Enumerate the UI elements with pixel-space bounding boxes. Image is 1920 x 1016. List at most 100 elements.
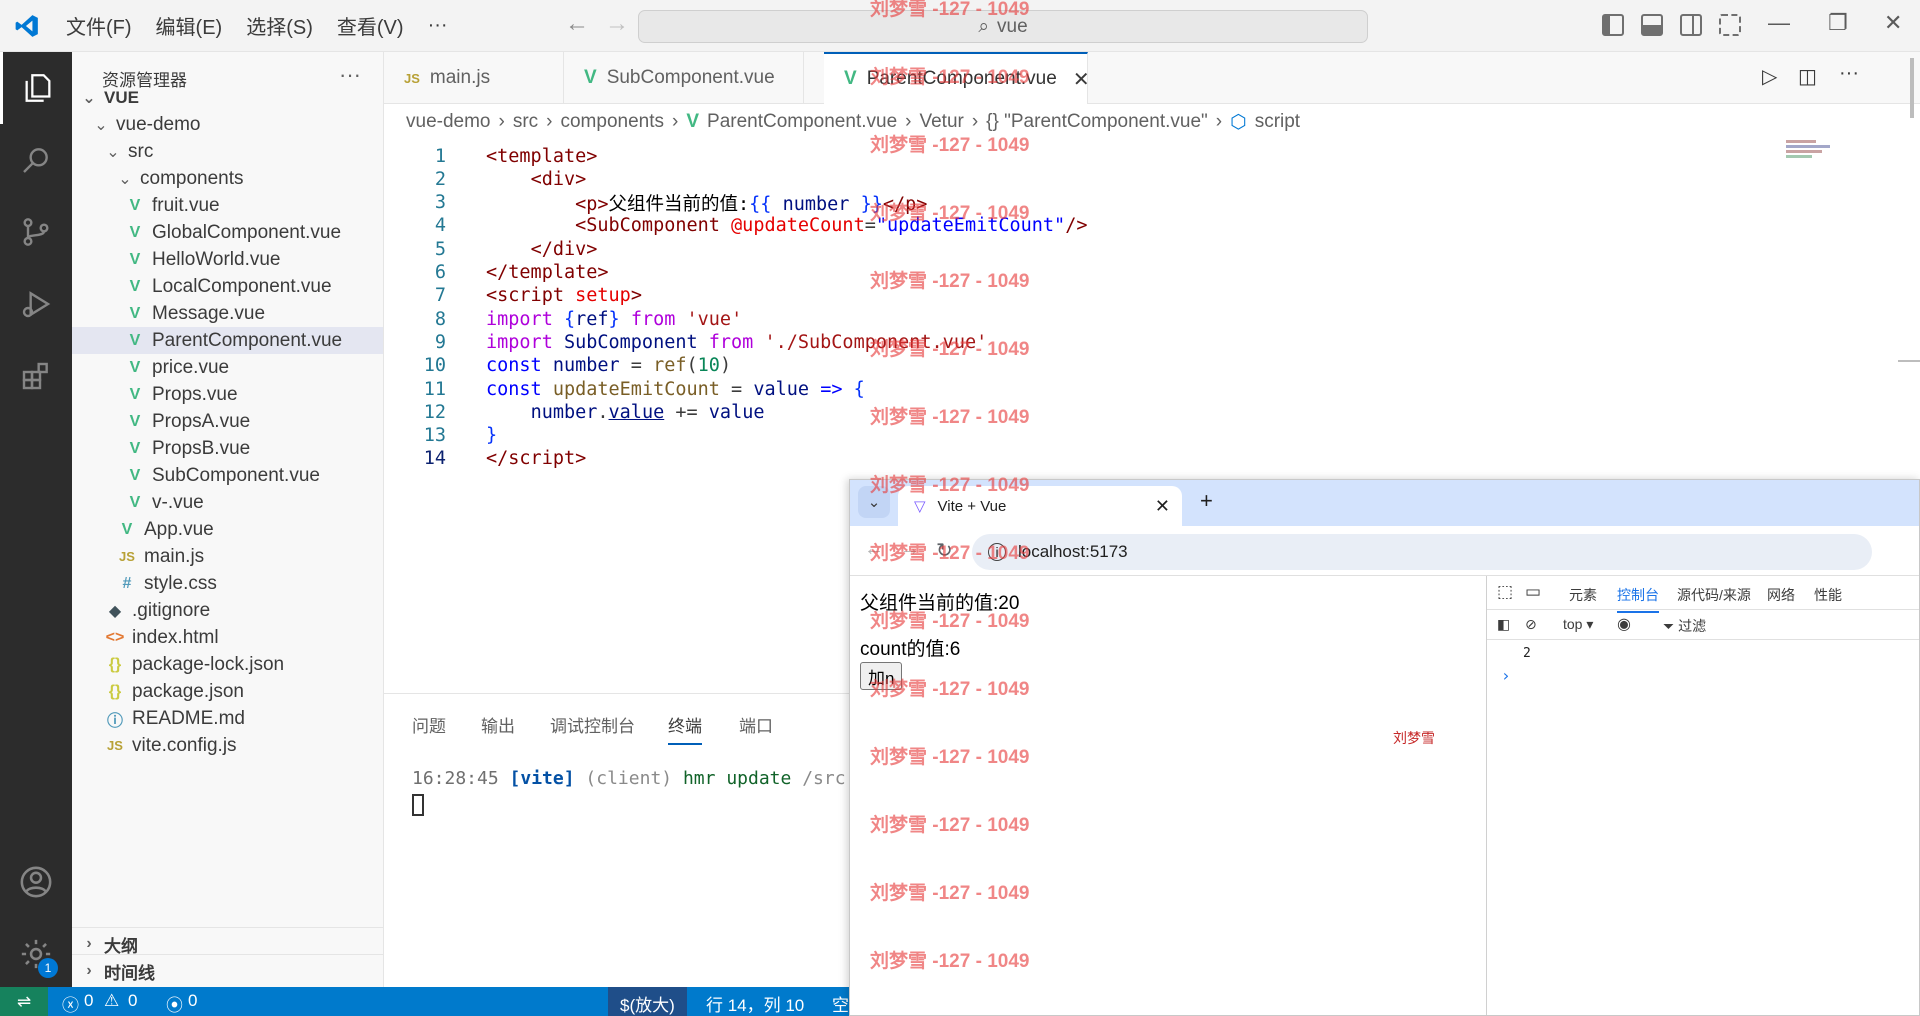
zoom-indicator[interactable]: $(放大): [608, 987, 687, 1016]
command-center-search[interactable]: ⌕ vue: [638, 10, 1368, 43]
clear-console-icon[interactable]: ⊘: [1525, 616, 1537, 633]
devtools-tab-elements[interactable]: 元素: [1569, 585, 1597, 605]
tab-debug-console[interactable]: 调试控制台: [550, 712, 635, 737]
devtools-tab-console[interactable]: 控制台: [1617, 585, 1659, 613]
live-expression-eye-icon[interactable]: ◉: [1617, 614, 1631, 634]
file-row[interactable]: V GlobalComponent.vue: [72, 219, 383, 246]
restore-icon[interactable]: ❐: [1828, 10, 1848, 36]
browser-tab[interactable]: ▽ Vite + Vue ✕: [898, 486, 1182, 526]
menu-selection[interactable]: 选择(S): [234, 11, 325, 40]
tab-subcomponent-vue[interactable]: V SubComponent.vue: [564, 52, 804, 104]
site-info-icon[interactable]: i: [988, 543, 1006, 561]
warning-count[interactable]: 0: [128, 991, 137, 1011]
sidebar-toggle-icon[interactable]: ◧: [1497, 616, 1510, 633]
file-row[interactable]: Vfruit.vue: [72, 192, 383, 219]
editor-scrollbar[interactable]: [1898, 58, 1920, 478]
menu-view[interactable]: 查看(V): [325, 11, 416, 40]
timeline-section[interactable]: › 时间线: [72, 954, 383, 987]
file-row[interactable]: JS main.js: [72, 543, 383, 570]
browser-forward-icon[interactable]: →: [900, 538, 920, 561]
file-row[interactable]: <> index.html: [72, 624, 383, 651]
file-row[interactable]: JS vite.config.js: [72, 732, 383, 759]
editor-more-actions-icon[interactable]: ···: [1839, 62, 1859, 85]
file-row[interactable]: # style.css: [72, 570, 383, 597]
minimize-icon[interactable]: —: [1768, 10, 1790, 36]
code-line[interactable]: 14 </script>: [384, 445, 587, 473]
close-browser-tab-icon[interactable]: ✕: [1155, 496, 1170, 517]
close-tab-icon[interactable]: ✕: [1073, 67, 1090, 92]
filter-input[interactable]: ⏷ 过滤: [1663, 616, 1706, 636]
run-icon[interactable]: ▷: [1762, 64, 1777, 89]
customize-layout-icon[interactable]: [1719, 14, 1741, 36]
file-row[interactable]: V LocalComponent.vue: [72, 273, 383, 300]
menu-file[interactable]: 文件(F): [54, 11, 144, 40]
file-row[interactable]: ◆ .gitignore: [72, 597, 383, 624]
devtools-tab-performance[interactable]: 性能: [1814, 585, 1842, 605]
device-toolbar-icon[interactable]: ▭: [1525, 582, 1541, 602]
tab-ports[interactable]: 端口: [739, 712, 773, 737]
file-row[interactable]: V PropsA.vue: [72, 408, 383, 435]
breadcrumb-item[interactable]: src: [513, 111, 538, 133]
errors-icon[interactable]: ⓧ: [62, 991, 79, 1016]
file-row[interactable]: V PropsB.vue: [72, 435, 383, 462]
devtools-tab-sources[interactable]: 源代码/来源: [1677, 585, 1751, 605]
inspect-element-icon[interactable]: ⬚: [1497, 582, 1513, 602]
devtools-tab-network[interactable]: 网络: [1767, 585, 1795, 605]
cursor-position[interactable]: 行 14，列 10: [706, 991, 804, 1016]
folder-row[interactable]: ⌄ components: [72, 165, 383, 192]
context-selector[interactable]: top ▾: [1563, 616, 1593, 633]
explorer-icon[interactable]: [0, 52, 72, 124]
file-row[interactable]: {} package-lock.json: [72, 651, 383, 678]
error-count[interactable]: 0: [84, 991, 93, 1011]
remote-indicator-icon[interactable]: ⇌: [0, 987, 48, 1016]
file-row[interactable]: V Props.vue: [72, 381, 383, 408]
tab-problems[interactable]: 问题: [412, 712, 446, 737]
breadcrumb-item[interactable]: script: [1255, 111, 1300, 133]
minimap[interactable]: [1786, 138, 1844, 168]
folder-row[interactable]: ⌄ VUE: [72, 84, 383, 111]
file-row[interactable]: V HelloWorld.vue: [72, 246, 383, 273]
tab-output[interactable]: 输出: [481, 712, 515, 737]
menu-more[interactable]: ···: [416, 14, 460, 37]
close-window-icon[interactable]: ✕: [1884, 10, 1902, 36]
folder-row[interactable]: ⌄ src: [72, 138, 383, 165]
back-arrow-icon[interactable]: ←: [565, 10, 589, 38]
breadcrumb-item[interactable]: components: [560, 111, 664, 133]
browser-back-icon[interactable]: ←: [864, 538, 884, 561]
toggle-panel-icon[interactable]: [1641, 14, 1663, 36]
ports-icon[interactable]: ⦿: [166, 991, 183, 1016]
manage-gear-icon[interactable]: 1: [0, 918, 72, 990]
extensions-icon[interactable]: [0, 340, 72, 412]
console-prompt-icon[interactable]: ›: [1501, 666, 1511, 685]
file-row[interactable]: V ParentComponent.vue: [72, 327, 383, 354]
file-row[interactable]: V App.vue: [72, 516, 383, 543]
tab-parentcomponent-vue[interactable]: V ParentComponent.vue ✕: [824, 52, 1090, 104]
folder-row[interactable]: ⌄ vue-demo: [72, 111, 383, 138]
source-control-icon[interactable]: [0, 196, 72, 268]
tab-terminal[interactable]: 终端: [668, 712, 702, 745]
breadcrumb-item[interactable]: vue-demo: [406, 111, 491, 133]
file-row[interactable]: V Message.vue: [72, 300, 383, 327]
breadcrumb-item[interactable]: ParentComponent.vue: [707, 111, 897, 133]
accounts-icon[interactable]: [0, 846, 72, 918]
forward-arrow-icon[interactable]: →: [605, 10, 629, 38]
new-tab-icon[interactable]: +: [1200, 488, 1213, 514]
tab-main-js[interactable]: JS main.js: [384, 52, 564, 104]
split-editor-icon[interactable]: ◫: [1798, 64, 1817, 89]
warning-icon[interactable]: ⚠: [104, 991, 119, 1011]
indentation[interactable]: 空: [832, 991, 849, 1016]
tab-search-chevron-icon[interactable]: ⌄: [858, 486, 890, 518]
file-row[interactable]: V SubComponent.vue: [72, 462, 383, 489]
toggle-secondary-sidebar-icon[interactable]: [1680, 14, 1702, 36]
add-n-button[interactable]: 加n: [860, 662, 903, 690]
address-bar[interactable]: i localhost:5173: [972, 534, 1872, 570]
search-icon[interactable]: [0, 124, 72, 196]
file-row[interactable]: ⓘ README.md: [72, 705, 383, 732]
file-row[interactable]: Vv-.vue: [72, 489, 383, 516]
breadcrumb-item[interactable]: {} "ParentComponent.vue": [986, 111, 1208, 133]
toggle-primary-sidebar-icon[interactable]: [1602, 14, 1624, 36]
file-row[interactable]: Vprice.vue: [72, 354, 383, 381]
breadcrumb-item[interactable]: Vetur: [919, 111, 963, 133]
run-debug-icon[interactable]: [0, 268, 72, 340]
menu-edit[interactable]: 编辑(E): [144, 11, 235, 40]
